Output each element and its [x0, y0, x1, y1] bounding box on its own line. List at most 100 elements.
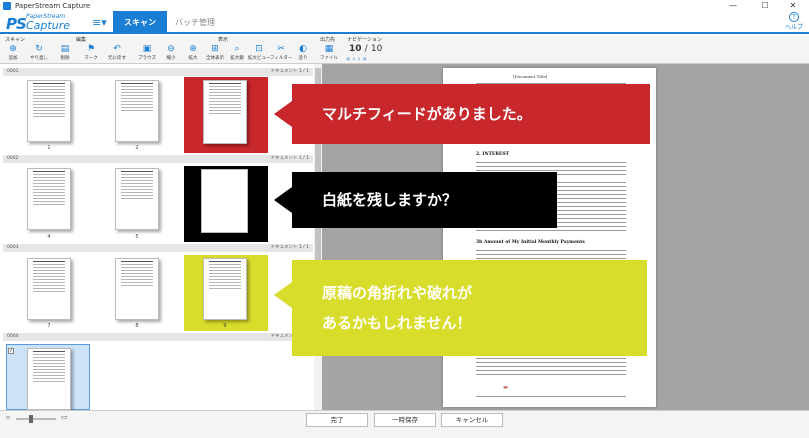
- group-label-view: 表示: [218, 37, 229, 43]
- thumbnail-page[interactable]: [115, 168, 159, 230]
- tab-scan[interactable]: スキャン: [113, 11, 167, 34]
- row-label: ドキュメント 1 / 1: [270, 156, 309, 161]
- mark-button[interactable]: ⚑ マーク: [80, 44, 102, 63]
- file-output-button[interactable]: ▦ ファイル: [318, 44, 340, 63]
- thumbnail-page[interactable]: [27, 258, 71, 320]
- undo-icon: ↶: [113, 44, 121, 54]
- zoom-large-icon: ▭: [61, 413, 68, 421]
- zoom-small-icon: ▫: [6, 414, 11, 421]
- row-number: 0004: [7, 334, 19, 339]
- mark-label: マーク: [84, 56, 98, 61]
- magnifier-label: 拡大鏡: [230, 56, 244, 61]
- page-indicator: 10 / 10: [349, 44, 382, 54]
- next-page-icon[interactable]: ›: [358, 55, 361, 63]
- add-scan-icon: ⊕: [9, 44, 17, 54]
- fill-button[interactable]: ◐ 塗り: [292, 44, 314, 63]
- delete-label: 削除: [60, 56, 70, 61]
- folded-corner-callout: 原稿の角折れや破れが あるかもしれません！: [274, 260, 647, 356]
- zoom-view-label: 拡大ビュー: [248, 56, 271, 61]
- first-page-icon[interactable]: «: [346, 55, 350, 63]
- row-number: 0002: [7, 156, 19, 161]
- hamburger-menu-icon[interactable]: ≡▾: [92, 16, 107, 29]
- zoom-out-label: 縮小: [166, 56, 176, 61]
- selected-checkbox[interactable]: ✓: [8, 348, 14, 354]
- minimize-button[interactable]: —: [720, 0, 746, 11]
- thumbnail-page[interactable]: [115, 258, 159, 320]
- document-subheading: 3b Amount of My Initial Monthly Payments: [476, 240, 585, 245]
- bottom-bar: ▫ ▭ 完了 一時保存 キャンセル: [0, 410, 809, 438]
- undo-button[interactable]: ↶ 元に戻す: [106, 44, 128, 63]
- zoom-in-label: 拡大: [188, 56, 198, 61]
- zoom-out-button[interactable]: ⊖ 縮小: [160, 44, 182, 63]
- thumbnail-page-multifeed[interactable]: [203, 80, 247, 144]
- row-number: 0001: [7, 69, 19, 74]
- thumbnail-number: 7: [47, 323, 51, 329]
- row-label: ドキュメント 1 / 1: [270, 69, 309, 74]
- blank-page-message: 白紙を残しますか？: [322, 191, 458, 209]
- add-button[interactable]: ⊕ 追加: [2, 44, 24, 63]
- delete-button[interactable]: ▤ 削除: [54, 44, 76, 63]
- filter-button[interactable]: ✂ フィルター: [270, 44, 292, 63]
- logo-name: Capture: [26, 19, 70, 32]
- thumbnail-page[interactable]: [115, 80, 159, 142]
- page-total: 10: [370, 44, 383, 54]
- scissors-icon: ✂: [277, 44, 285, 54]
- thumbnail-page-selected[interactable]: [27, 348, 71, 410]
- fill-label: 塗り: [298, 56, 308, 61]
- paint-icon: ◐: [299, 44, 307, 54]
- tab-batch-manager[interactable]: バッチ管理: [168, 11, 222, 34]
- thumbnail-page-blank[interactable]: [201, 169, 248, 233]
- thumbnail-number: 8: [135, 323, 139, 329]
- rescan-button[interactable]: ↻ やり直し: [28, 44, 50, 63]
- add-label: 追加: [8, 56, 18, 61]
- thumbnail-number: 1: [47, 145, 51, 151]
- fit-all-button[interactable]: ⊞ 全体表示: [204, 44, 226, 63]
- zoom-out-icon: ⊖: [167, 44, 175, 54]
- browse-button[interactable]: ▣ ブラウズ: [136, 44, 158, 63]
- group-label-scan: スキャン: [5, 37, 26, 43]
- folded-corner-line1: 原稿の角折れや破れが: [322, 284, 473, 302]
- thumbnail-page[interactable]: [27, 168, 71, 230]
- thumbnail-page-folded[interactable]: [203, 258, 247, 320]
- title-bar: PaperStream Capture: [0, 0, 809, 11]
- thumbnail-number: 2: [135, 145, 139, 151]
- last-page-icon[interactable]: »: [363, 55, 367, 63]
- multifeed-message: マルチフィードがありました。: [322, 105, 532, 123]
- magnifier-button[interactable]: ⌕ 拡大鏡: [226, 44, 248, 63]
- slider-knob[interactable]: [29, 415, 33, 423]
- thumbnail-page[interactable]: [27, 80, 71, 142]
- flag-icon: ⚑: [86, 44, 96, 54]
- batch-row-header: 0002 ドキュメント 1 / 1: [3, 155, 313, 163]
- row-label: ドキュメント 1 / 1: [270, 245, 309, 250]
- group-label-navigation: ナビゲーション: [347, 37, 382, 43]
- thumbnail-number: 9: [223, 323, 227, 329]
- zoom-in-button[interactable]: ⊕ 拡大: [182, 44, 204, 63]
- fit-icon: ⊞: [211, 44, 219, 54]
- help-icon: ?: [788, 12, 799, 22]
- zoom-view-icon: ⊡: [255, 44, 263, 54]
- maximize-button[interactable]: ☐: [752, 0, 778, 11]
- page-current: 10: [349, 44, 362, 54]
- save-temporary-button[interactable]: 一時保存: [374, 413, 436, 427]
- group-label-output: 出力先: [320, 37, 336, 43]
- thumbnail-size-slider[interactable]: [16, 415, 56, 423]
- zoom-in-icon: ⊕: [189, 44, 197, 54]
- zoom-view-button[interactable]: ⊡ 拡大ビュー: [248, 44, 271, 63]
- close-button[interactable]: ✕: [780, 0, 806, 11]
- page-separator: /: [364, 44, 368, 54]
- document-heading: 2. INTEREST: [476, 152, 510, 157]
- prev-page-icon[interactable]: ‹: [353, 55, 356, 63]
- rescan-label: やり直し: [30, 56, 48, 61]
- batch-row-header: 0004 ドキュメント 1 / 1: [3, 333, 313, 341]
- app-header: PS PaperStream Capture ≡▾ スキャン バッチ管理 ? ヘ…: [0, 11, 809, 34]
- complete-button[interactable]: 完了: [306, 413, 368, 427]
- fit-label: 全体表示: [206, 56, 224, 61]
- help-button[interactable]: ? ヘルプ: [785, 12, 803, 31]
- thumbnail-number: 4: [47, 234, 51, 240]
- cancel-button[interactable]: キャンセル: [441, 413, 503, 427]
- batch-row-header: 0003 ドキュメント 1 / 1: [3, 244, 313, 252]
- file-label: ファイル: [320, 56, 338, 61]
- thumbnail-number: 5: [135, 234, 139, 240]
- filter-label: フィルター: [270, 56, 293, 61]
- page-nav: « ‹ › »: [346, 55, 367, 63]
